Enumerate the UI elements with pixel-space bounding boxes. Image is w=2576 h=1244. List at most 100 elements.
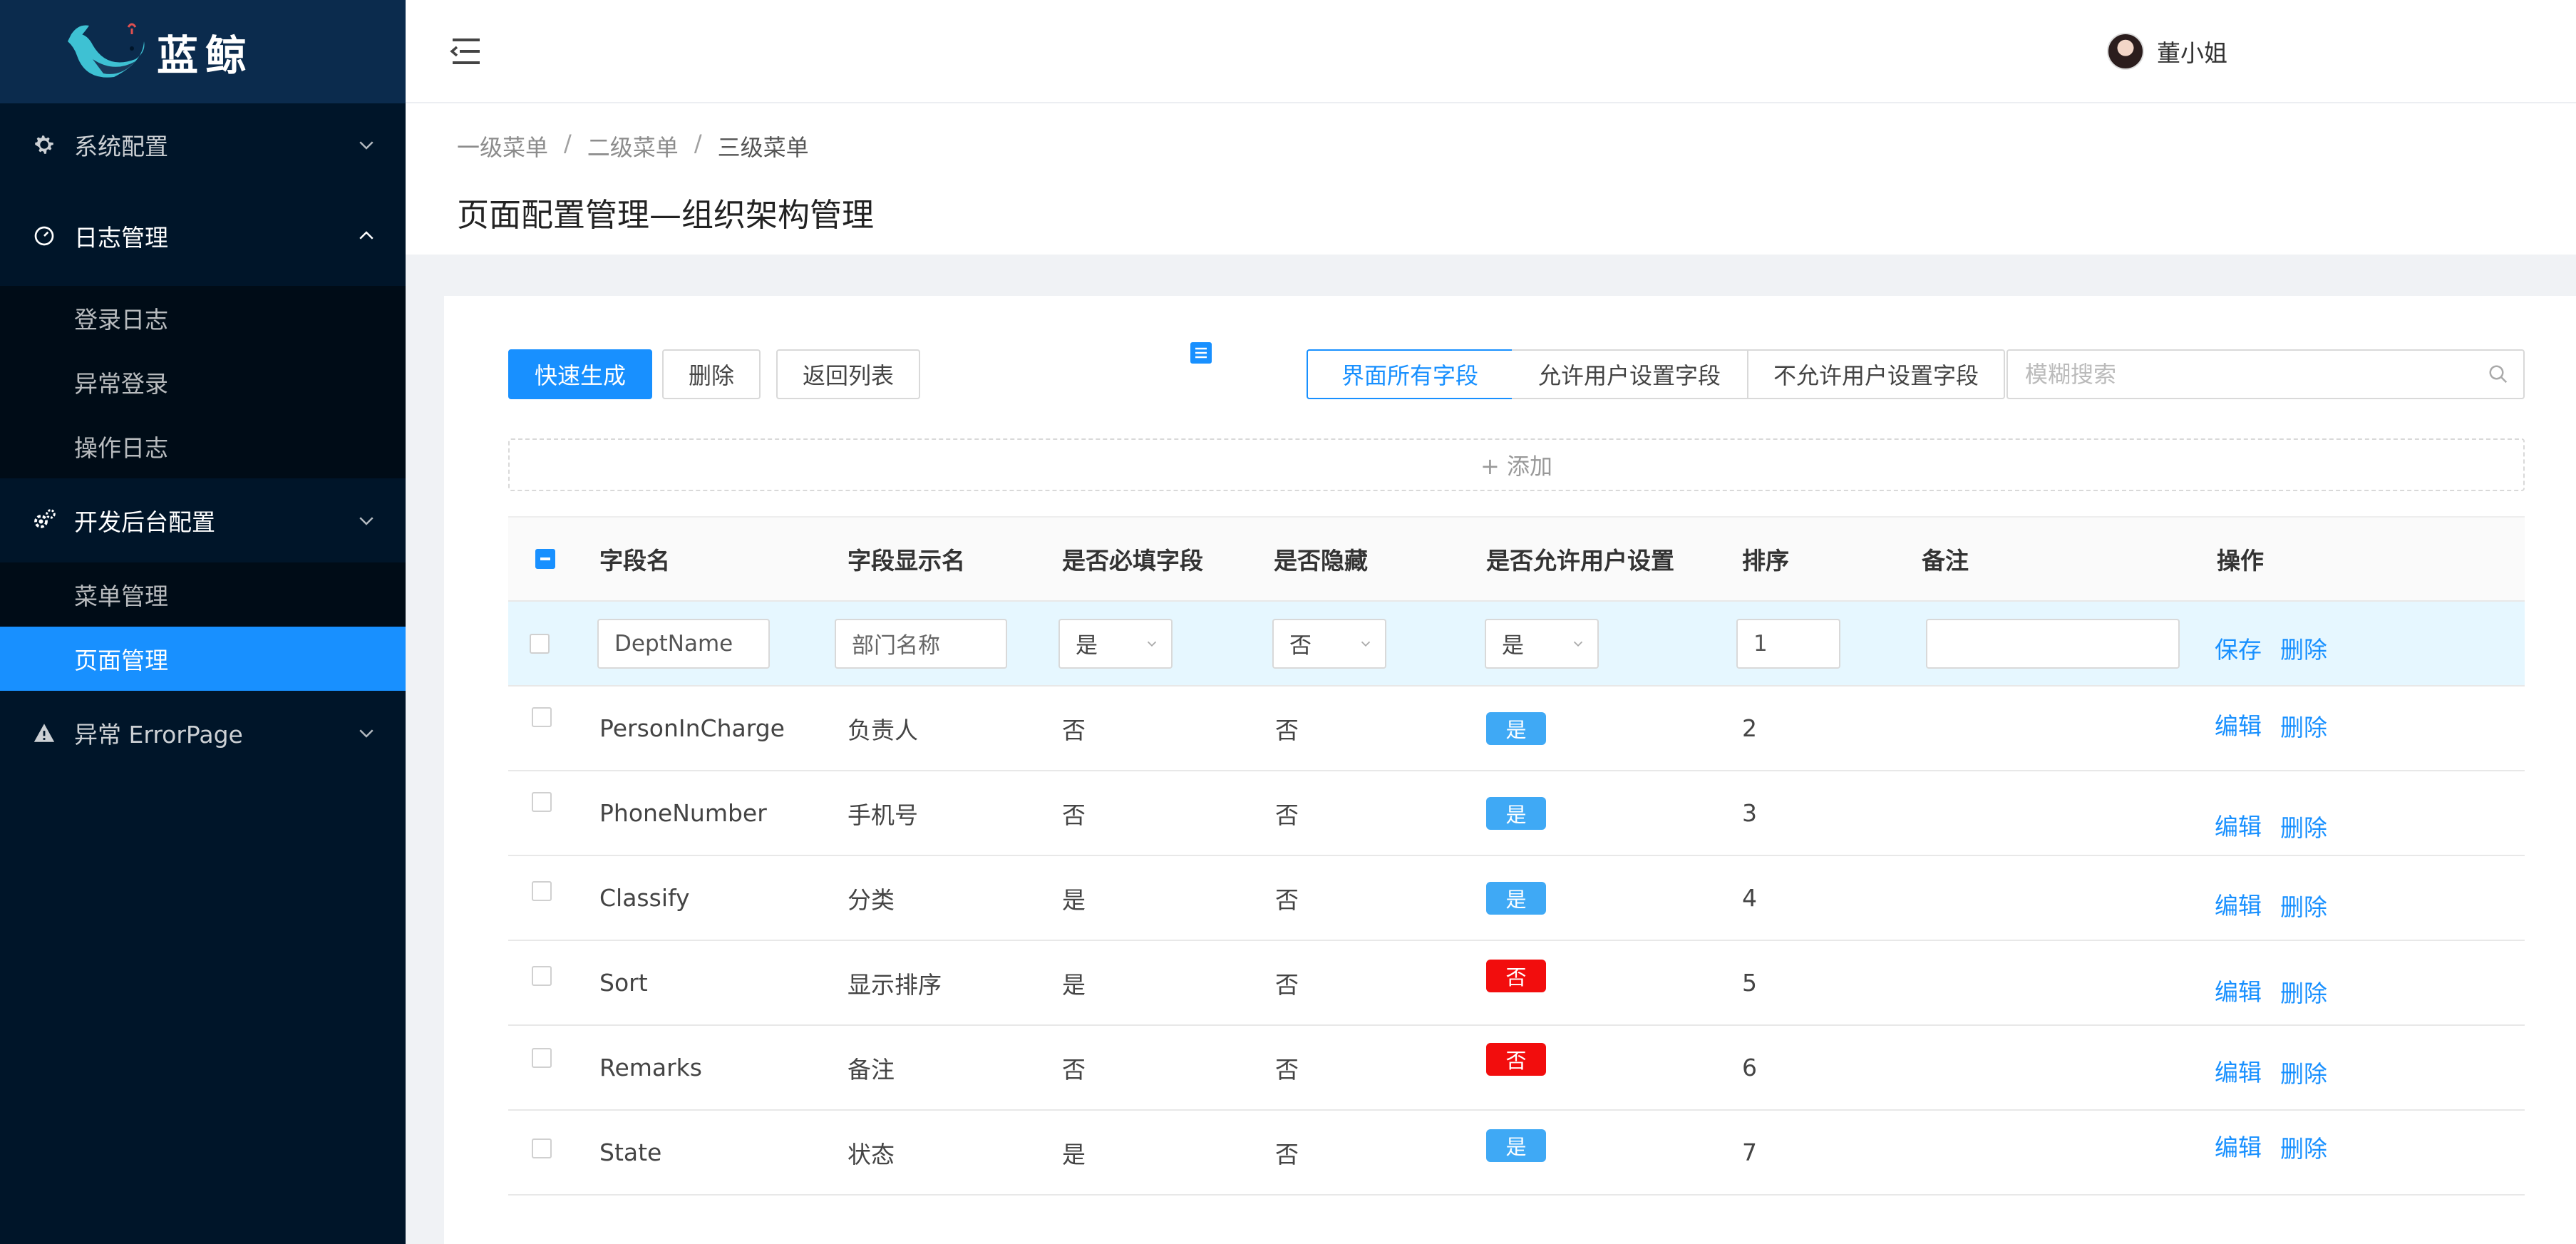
cell-display-name: 显示排序: [847, 970, 942, 999]
delete-link[interactable]: 删除: [2280, 709, 2327, 743]
table-row: PhoneNumber 手机号 否 否 是 3 编辑 删除: [508, 771, 2525, 856]
cell-display-name: 备注: [847, 1055, 895, 1084]
page-title: 页面配置管理—组织架构管理: [457, 196, 875, 234]
delete-link[interactable]: 删除: [2280, 631, 2327, 665]
user-settable-select[interactable]: 是: [1485, 618, 1599, 669]
hidden-select[interactable]: 否: [1272, 618, 1386, 669]
cell-hidden: 否: [1275, 1055, 1299, 1084]
gears-icon: [30, 506, 58, 535]
row-checkbox[interactable]: [532, 880, 552, 901]
edit-link[interactable]: 编辑: [2215, 808, 2262, 842]
cell-sort: 6: [1742, 1054, 1757, 1081]
whale-logo-icon: [68, 23, 145, 78]
row-checkbox[interactable]: [532, 1138, 552, 1158]
sidebar-item-operation-log[interactable]: 操作日志: [0, 414, 406, 478]
chevron-down-icon: [359, 729, 373, 738]
select-value: 否: [1289, 633, 1312, 659]
sidebar-item-menu-management[interactable]: 菜单管理: [0, 562, 406, 627]
cell-sort: 4: [1742, 884, 1757, 912]
page-header: 一级菜单 / 二级菜单 / 三级菜单 页面配置管理—组织架构管理: [406, 103, 2576, 255]
delete-link[interactable]: 删除: [2280, 1055, 2327, 1089]
top-header: 董小姐: [406, 0, 2576, 103]
cell-required: 否: [1062, 716, 1086, 744]
edit-link[interactable]: 编辑: [2215, 1054, 2262, 1088]
search-icon[interactable]: [2488, 364, 2509, 385]
menu-label: 异常 ErrorPage: [74, 721, 243, 749]
cell-hidden: 否: [1275, 970, 1299, 999]
submenu-dev: 菜单管理 页面管理: [0, 562, 406, 691]
col-header: 操作: [2217, 547, 2264, 575]
row-checkbox[interactable]: [532, 1047, 552, 1068]
display-name-input[interactable]: 部门名称: [835, 618, 1007, 669]
sort-input[interactable]: 1: [1736, 618, 1840, 669]
sidebar-item-page-management[interactable]: 页面管理: [0, 627, 406, 691]
sidebar-item-login-log[interactable]: 登录日志: [0, 286, 406, 350]
menu-system-config[interactable]: 系统配置: [0, 103, 406, 186]
filter-not-user-settable[interactable]: 不允许用户设置字段: [1747, 349, 2005, 399]
logo: 蓝鲸: [0, 0, 406, 103]
save-link[interactable]: 保存: [2215, 631, 2262, 665]
select-all-checkbox[interactable]: [535, 549, 555, 569]
menu-dev-config[interactable]: 开发后台配置: [0, 478, 406, 562]
cell-required: 否: [1062, 801, 1086, 829]
col-header: 字段名: [599, 547, 670, 575]
cell-display-name: 状态: [847, 1140, 895, 1168]
warning-icon: [30, 719, 58, 747]
delete-button[interactable]: 删除: [662, 349, 761, 399]
breadcrumb-item[interactable]: 一级菜单: [457, 130, 548, 163]
breadcrumb-item-current: 三级菜单: [717, 134, 809, 161]
menu-log-management[interactable]: 日志管理: [0, 186, 406, 286]
col-header: 是否必填字段: [1062, 547, 1203, 575]
submenu-log: 登录日志 异常登录 操作日志: [0, 286, 406, 478]
row-checkbox[interactable]: [532, 706, 552, 727]
edit-link[interactable]: 编辑: [2215, 887, 2262, 921]
edit-link[interactable]: 编辑: [2215, 973, 2262, 1007]
cell-field-name: State: [599, 1138, 662, 1166]
menu-label: 系统配置: [74, 133, 168, 160]
avatar: [2107, 33, 2144, 70]
chevron-down-icon: [1573, 641, 1583, 647]
user-menu[interactable]: 董小姐: [2107, 33, 2227, 70]
edit-link[interactable]: 编辑: [2215, 707, 2262, 741]
required-select[interactable]: 是: [1058, 618, 1173, 669]
status-badge: 是: [1486, 1129, 1546, 1162]
filter-user-settable[interactable]: 允许用户设置字段: [1512, 349, 1748, 399]
filter-all-fields[interactable]: 界面所有字段: [1307, 349, 1513, 399]
delete-link[interactable]: 删除: [2280, 809, 2327, 843]
note-icon: [1190, 342, 1212, 364]
menu-label: 开发后台配置: [74, 508, 215, 536]
status-badge: 是: [1486, 881, 1546, 915]
status-badge: 是: [1486, 796, 1546, 830]
table-row: Classify 分类 是 否 是 4 编辑 删除: [508, 856, 2525, 941]
delete-link[interactable]: 删除: [2280, 888, 2327, 922]
cell-field-name: Sort: [599, 969, 648, 997]
add-row-button[interactable]: + 添加: [508, 438, 2525, 491]
search-box[interactable]: [2006, 349, 2525, 399]
delete-link[interactable]: 删除: [2280, 975, 2327, 1009]
gear-icon: [30, 130, 58, 159]
row-checkbox[interactable]: [530, 633, 550, 654]
cell-field-name: Classify: [599, 884, 690, 912]
delete-link[interactable]: 删除: [2280, 1130, 2327, 1164]
cell-field-name: Remarks: [599, 1054, 702, 1081]
row-checkbox[interactable]: [532, 791, 552, 812]
status-badge: 否: [1486, 959, 1546, 992]
sidebar-item-abnormal-login[interactable]: 异常登录: [0, 350, 406, 414]
edit-link[interactable]: 编辑: [2215, 1129, 2262, 1163]
col-header: 备注: [1922, 547, 1969, 575]
table-row: Remarks 备注 否 否 否 6 编辑 删除: [508, 1026, 2525, 1111]
quick-generate-button[interactable]: 快速生成: [508, 349, 652, 399]
remark-input[interactable]: [1926, 618, 2180, 669]
search-input[interactable]: [2025, 361, 2488, 388]
dashboard-icon: [30, 222, 58, 250]
logo-text: 蓝鲸: [157, 31, 254, 80]
menu-error-page[interactable]: 异常 ErrorPage: [0, 691, 406, 775]
back-to-list-button[interactable]: 返回列表: [776, 349, 920, 399]
row-checkbox[interactable]: [532, 965, 552, 986]
breadcrumb-separator: /: [694, 130, 702, 157]
cell-hidden: 否: [1275, 885, 1299, 914]
cell-sort: 2: [1742, 714, 1757, 742]
menu-fold-icon[interactable]: [450, 37, 483, 66]
breadcrumb-item[interactable]: 二级菜单: [587, 130, 679, 163]
field-name-input[interactable]: DeptName: [597, 618, 770, 669]
